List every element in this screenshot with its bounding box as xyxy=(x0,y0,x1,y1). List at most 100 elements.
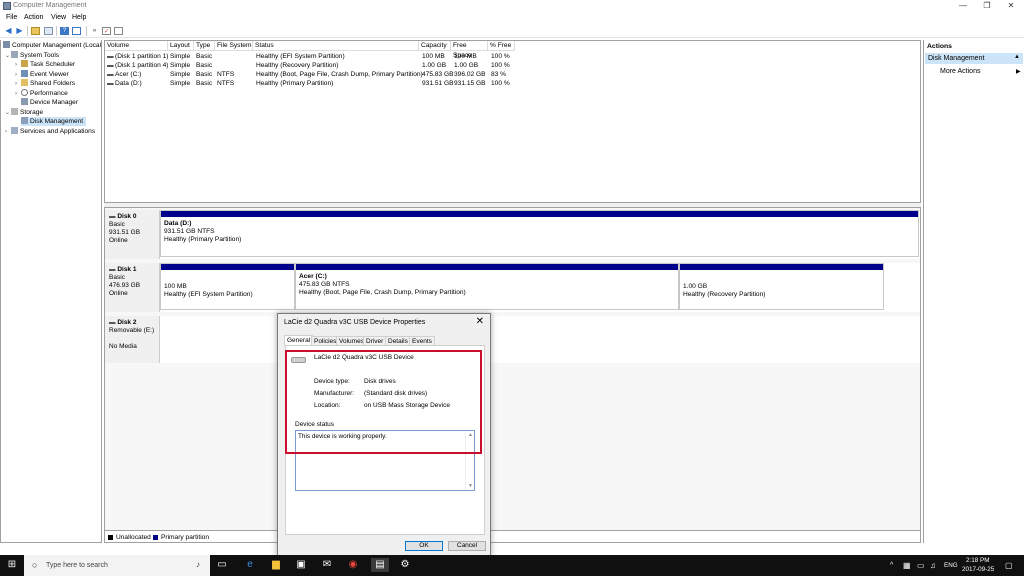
volume-free-space: 931.15 GB xyxy=(454,80,486,87)
search-placeholder: Type here to search xyxy=(46,562,108,569)
mail-icon[interactable]: ✉ xyxy=(320,558,334,572)
dialog-close-icon[interactable]: ✕ xyxy=(476,316,484,327)
clock-date[interactable]: 2017-09-25 xyxy=(962,566,994,573)
actions-pane: Actions Disk Management ▲ More Actions ▶ xyxy=(923,40,1024,543)
volume-icon: ▬ xyxy=(107,62,114,69)
column-header-layout[interactable]: Layout xyxy=(168,41,194,51)
back-arrow-icon[interactable]: ◀ xyxy=(4,27,13,35)
maximize-button[interactable]: ❐ xyxy=(975,0,999,12)
view-icon[interactable] xyxy=(114,27,123,35)
volume-name: Acer (C:) xyxy=(115,71,142,78)
properties-icon[interactable] xyxy=(72,27,81,35)
toolbar-divider xyxy=(27,26,28,36)
partition-name: Acer (C:) xyxy=(299,273,327,280)
partition-status: Healthy (EFI System Partition) xyxy=(164,291,253,298)
help-icon[interactable]: ? xyxy=(60,27,69,35)
volume-icon: ▬ xyxy=(107,80,114,87)
volume-file-system: NTFS xyxy=(217,71,235,78)
disk-1-label[interactable]: ▬ Disk 1 Basic 476.93 GB Online xyxy=(105,263,160,312)
edge-browser-icon[interactable]: e xyxy=(243,558,257,572)
partition-data-d[interactable]: Data (D:) 931.51 GB NTFS Healthy (Primary … xyxy=(160,210,919,257)
task-view-icon[interactable]: ▭ xyxy=(215,558,229,572)
computer-management-taskbar-icon[interactable]: ▤ xyxy=(371,558,389,572)
column-header-volume[interactable]: Volume xyxy=(105,41,168,51)
tree-item-device-manager[interactable]: Device Manager xyxy=(21,98,78,107)
show-hide-tree-icon[interactable] xyxy=(44,27,53,35)
tree-item-shared-folders[interactable]: › Shared Folders xyxy=(15,79,75,88)
volume-file-system: NTFS xyxy=(217,80,235,87)
cancel-button[interactable]: Cancel xyxy=(448,541,486,551)
volume-icon[interactable]: ♫ xyxy=(930,561,936,570)
volume-row[interactable]: ▬ Data (D:) Simple Basic NTFS Healthy (P… xyxy=(105,79,525,88)
partition-recovery[interactable]: 1.00 GB Healthy (Recovery Partition) xyxy=(679,263,884,310)
start-windows-icon[interactable]: ⊞ xyxy=(5,558,19,572)
disk-icon[interactable]: ⚬ xyxy=(90,27,99,35)
storage-icon xyxy=(11,108,18,115)
microphone-icon[interactable]: ♪ xyxy=(196,560,200,569)
volume-list: Volume Layout Type File System Status Ca… xyxy=(104,40,921,203)
disk-2-label[interactable]: ▬ Disk 2 Removable (E:) No Media xyxy=(105,316,160,363)
column-header-type[interactable]: Type xyxy=(194,41,215,51)
column-header-capacity[interactable]: Capacity xyxy=(419,41,451,51)
tree-item-event-viewer[interactable]: › Event Viewer xyxy=(15,70,69,79)
scroll-down-icon[interactable]: ▼ xyxy=(468,483,473,489)
minimize-button[interactable]: — xyxy=(951,0,975,12)
computer-management-icon xyxy=(3,2,11,10)
volume-row[interactable]: ▬ Acer (C:) Simple Basic NTFS Healthy (B… xyxy=(105,70,525,79)
services-icon xyxy=(11,127,18,134)
taskbar-search-box[interactable]: ○ Type here to search ♪ xyxy=(24,555,210,576)
language-indicator[interactable]: ENG xyxy=(944,562,958,569)
disk-name: Disk 2 xyxy=(117,319,137,326)
collapse-triangle-icon[interactable]: ▲ xyxy=(1014,54,1020,60)
actions-section-label: Disk Management xyxy=(928,55,985,62)
partition-acer-c[interactable]: Acer (C:) 475.83 GB NTFS Healthy (Boot, Pa… xyxy=(295,263,679,310)
partition-efi[interactable]: 100 MB Healthy (EFI System Partition) xyxy=(160,263,295,310)
store-icon[interactable]: ▣ xyxy=(294,558,308,572)
tree-item-storage[interactable]: ⌄ Storage xyxy=(5,108,43,117)
column-header-status[interactable]: Status xyxy=(253,41,419,51)
menu-help[interactable]: Help xyxy=(72,14,86,21)
volume-status: Healthy (Boot, Page File, Crash Dump, Pr… xyxy=(256,71,423,78)
actions-section-disk-management[interactable]: Disk Management ▲ xyxy=(925,53,1023,64)
device-properties-dialog: LaCie d2 Quadra v3C USB Device Propertie… xyxy=(277,313,491,556)
disk-0-label[interactable]: ▬ Disk 0 Basic 931.51 GB Online xyxy=(105,210,160,259)
column-header-percent-free[interactable]: % Free xyxy=(488,41,515,51)
disk-layout-area: ▬ Disk 0 Basic 931.51 GB Online Data (D:… xyxy=(104,207,921,543)
submenu-arrow-icon[interactable]: ▶ xyxy=(1016,68,1021,75)
battery-icon[interactable]: ▭ xyxy=(917,561,925,570)
volume-free-space: 100 MB xyxy=(454,53,477,60)
settings-icon[interactable]: ⚙ xyxy=(398,558,412,572)
column-header-file-system[interactable]: File System xyxy=(215,41,253,51)
volume-row[interactable]: ▬ (Disk 1 partition 1) Simple Basic Heal… xyxy=(105,52,525,61)
tree-item-task-scheduler[interactable]: › Task Scheduler xyxy=(15,60,75,69)
tree-item-services-applications[interactable]: › Services and Applications xyxy=(5,127,95,136)
performance-icon xyxy=(21,89,28,96)
column-header-free-space[interactable]: Free Space xyxy=(451,41,488,59)
more-actions-link[interactable]: More Actions xyxy=(940,68,980,75)
action-center-icon[interactable]: ▢ xyxy=(1005,561,1013,570)
menu-action[interactable]: Action xyxy=(24,14,43,21)
volume-capacity: 931.51 GB xyxy=(422,80,454,87)
volume-row[interactable]: ▬ (Disk 1 partition 4) Simple Basic Heal… xyxy=(105,61,525,70)
up-folder-icon[interactable] xyxy=(31,27,40,35)
window-title: Computer Management xyxy=(13,2,87,9)
tree-item-performance[interactable]: › Performance xyxy=(15,89,68,98)
tree-item-computer-management[interactable]: Computer Management (Local xyxy=(3,41,101,50)
chrome-icon[interactable]: ◉ xyxy=(346,558,360,572)
toolbar-divider xyxy=(56,26,57,36)
partition-status: Healthy (Recovery Partition) xyxy=(683,291,766,298)
tree-item-system-tools[interactable]: ⌄ System Tools xyxy=(5,51,59,60)
checklist-icon[interactable]: ✓ xyxy=(102,27,111,35)
notification-chevron-icon[interactable]: ^ xyxy=(890,562,893,569)
menu-view[interactable]: View xyxy=(51,14,66,21)
network-icon[interactable]: ▦ xyxy=(903,561,911,570)
forward-arrow-icon[interactable]: ▶ xyxy=(15,27,24,35)
clock-time[interactable]: 2:18 PM xyxy=(966,557,989,564)
ok-button[interactable]: OK xyxy=(405,541,443,551)
file-explorer-icon[interactable]: ▆ xyxy=(269,558,283,572)
volume-type: Basic xyxy=(196,62,213,69)
tree-item-disk-management[interactable]: Disk Management xyxy=(21,117,87,126)
disk-type: Removable (E:) xyxy=(109,327,155,334)
close-button[interactable]: ✕ xyxy=(999,0,1023,12)
menu-file[interactable]: File xyxy=(6,14,17,21)
